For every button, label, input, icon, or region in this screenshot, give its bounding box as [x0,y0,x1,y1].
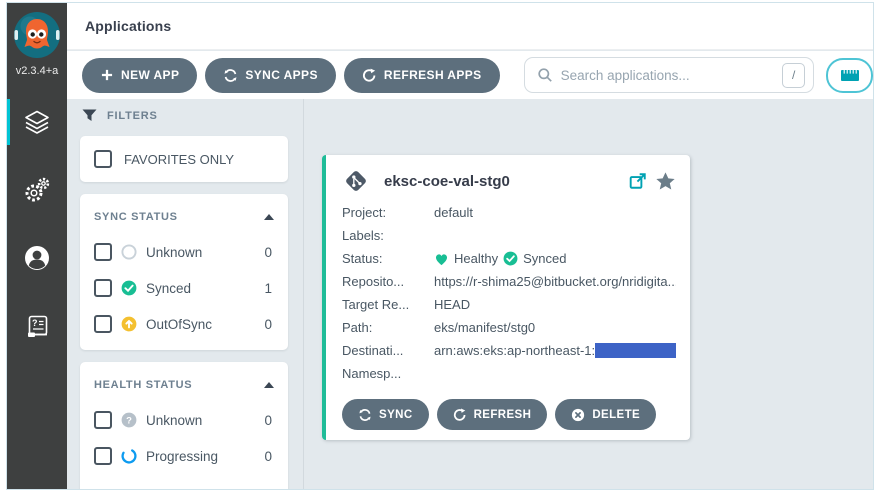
card-actions: SYNC REFRESH [342,399,676,430]
count: 1 [264,281,274,296]
health-status-text: Healthy [454,251,498,266]
card-row-labels: Labels: [342,228,676,251]
page-title: Applications [85,18,171,34]
card-row-destination: Destinati... arn:aws:eks:ap-northeast-1:… [342,343,676,366]
filter-item-sync-unknown[interactable]: Unknown 0 [94,234,274,270]
sync-button[interactable]: SYNC [342,399,429,430]
main-area: Applications NEW APP [67,3,873,489]
sidebar-nav: ? [7,99,67,371]
checkbox[interactable] [94,279,112,297]
healthy-heart-icon [434,252,449,266]
application-card[interactable]: eksc-coe-val-stg0 Project: [322,155,690,440]
filter-item-synced[interactable]: Synced 1 [94,270,274,306]
refresh-icon [453,408,467,422]
git-app-icon [342,167,370,195]
filters-panel: FILTERS FAVORITES ONLY SYNC STATUS [80,109,288,489]
sync-status-text: Synced [523,251,566,266]
sync-apps-button[interactable]: SYNC APPS [205,58,336,93]
card-row-project: Project: default [342,205,676,228]
collapse-icon[interactable] [264,214,274,220]
filter-item-progressing[interactable]: Progressing 0 [94,438,274,474]
sidebar: v2.3.4+a [7,3,67,489]
count: 0 [264,449,274,464]
argo-octopus-logo [13,11,61,59]
card-row-namespace: Namesp... [342,366,676,389]
outofsync-arrow-icon [121,316,137,332]
filter-item-health-unknown[interactable]: ? Unknown 0 [94,402,274,438]
svg-text:?: ? [32,318,38,328]
sync-icon [358,408,372,422]
synced-check-icon [121,280,137,296]
user-icon [23,244,51,272]
toolbar: NEW APP SYNC APPS [67,51,873,99]
checkbox[interactable] [94,447,112,465]
sync-icon [223,68,238,83]
delete-button[interactable]: DELETE [555,399,656,430]
version-label: v2.3.4+a [9,65,65,77]
filter-funnel-icon [82,109,97,122]
gear-icon [23,176,51,204]
favorites-only-checkbox[interactable] [94,150,112,168]
delete-x-circle-icon [571,408,585,422]
list-view-toggle-button[interactable] [826,58,873,93]
sidebar-item-applications[interactable] [7,99,67,145]
application-card-header: eksc-coe-val-stg0 [342,167,676,195]
plus-icon [100,68,114,82]
health-status-filter-section: HEALTH STATUS ? Unknown 0 [80,362,288,489]
argocd-screen: v2.3.4+a [0,0,884,504]
checkbox[interactable] [94,411,112,429]
favorite-star-icon[interactable] [655,171,676,192]
content-area: FILTERS FAVORITES ONLY SYNC STATUS [67,99,873,489]
application-name: eksc-coe-val-stg0 [384,173,629,190]
refresh-apps-button[interactable]: REFRESH APPS [344,58,500,93]
progressing-spinner-icon [121,448,137,464]
favorites-only-filter[interactable]: FAVORITES ONLY [80,136,288,182]
sync-status-filter-section: SYNC STATUS Unknown 0 [80,194,288,350]
topbar: Applications [67,3,873,50]
bottom-margin [0,491,884,504]
layers-icon [23,108,51,136]
health-status-header[interactable]: HEALTH STATUS [94,368,274,402]
search-input[interactable] [561,68,783,83]
sidebar-item-documentation[interactable]: ? [7,303,67,349]
sidebar-item-user[interactable] [7,235,67,281]
ruler-icon [841,70,859,81]
new-app-button[interactable]: NEW APP [82,58,197,93]
divider [303,99,304,489]
active-indicator [7,99,10,145]
filters-header: FILTERS [80,109,288,122]
search-box: / [524,57,815,93]
external-link-icon[interactable] [629,172,647,190]
filters-title: FILTERS [107,110,158,122]
refresh-icon [362,68,377,83]
filter-item-outofsync[interactable]: OutOfSync 0 [94,306,274,342]
sidebar-item-settings[interactable] [7,167,67,213]
redacted-account-id [595,343,676,358]
card-row-repository: Reposito... https://r-shima25@bitbucket.… [342,274,676,297]
checkbox[interactable] [94,315,112,333]
card-row-status: Status: Healthy Synced [342,251,676,274]
collapse-icon[interactable] [264,382,274,388]
svg-text:?: ? [126,415,132,426]
question-circle-icon: ? [121,412,137,428]
synced-check-icon [503,251,518,266]
sync-status-header[interactable]: SYNC STATUS [94,200,274,234]
unknown-circle-icon [121,244,137,260]
count: 0 [264,245,274,260]
count: 0 [264,413,274,428]
help-book-icon: ? [24,313,51,340]
search-icon [537,67,553,83]
refresh-button[interactable]: REFRESH [437,399,548,430]
slash-shortcut-badge: / [782,63,805,88]
count: 0 [264,317,274,332]
favorites-only-label: FAVORITES ONLY [124,152,234,167]
app-frame: v2.3.4+a [6,2,874,490]
card-row-target-revision: Target Re... HEAD [342,297,676,320]
checkbox[interactable] [94,243,112,261]
card-row-path: Path: eks/manifest/stg0 [342,320,676,343]
